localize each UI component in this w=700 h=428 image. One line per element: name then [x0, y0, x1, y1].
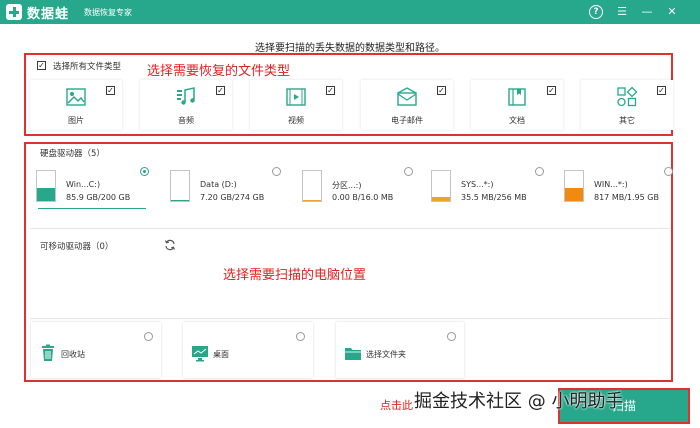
location-select-folder[interactable]: 选择文件夹: [336, 322, 464, 378]
location-radio[interactable]: [144, 332, 153, 341]
click-hint: 点击此: [380, 399, 413, 412]
drive-item[interactable]: Data (D:) 7.20 GB/274 GB: [166, 166, 284, 208]
mail-icon: [397, 87, 417, 106]
drive-icon: [431, 170, 451, 202]
video-icon: [286, 88, 306, 106]
type-card-email[interactable]: ✓ 电子邮件: [361, 80, 453, 130]
drive-item[interactable]: WIN...*:) 817 MB/1.95 GB: [560, 166, 678, 208]
location-label: 桌面: [213, 350, 229, 359]
drive-usage-fill: [303, 200, 321, 201]
location-desktop[interactable]: 桌面: [183, 322, 313, 378]
document-icon: [508, 88, 526, 106]
drive-size: 85.9 GB/200 GB: [66, 193, 131, 202]
drive-radio[interactable]: [140, 167, 149, 176]
location-radio[interactable]: [296, 332, 305, 341]
drive-size: 817 MB/1.95 GB: [594, 193, 659, 202]
hard-disk-section-title: 硬盘驱动器（5）: [40, 149, 105, 159]
drive-radio[interactable]: [272, 167, 281, 176]
title-bar: 数据蛙 数据恢复专家 ? ☰ — ✕: [0, 0, 700, 24]
drive-size: 0.00 B/16.0 MB: [332, 193, 394, 202]
close-icon[interactable]: ✕: [664, 4, 680, 20]
type-label-email: 电子邮件: [391, 116, 423, 125]
drive-item[interactable]: Win...C:) 85.9 GB/200 GB: [32, 166, 150, 209]
divider: [30, 228, 670, 229]
drive-name: SYS...*:): [461, 180, 494, 189]
select-all-checkbox[interactable]: ✓: [37, 61, 46, 70]
minimize-icon[interactable]: —: [639, 4, 655, 20]
menu-icon[interactable]: ☰: [614, 4, 630, 20]
type-card-other[interactable]: ✓ 其它: [581, 80, 673, 130]
type-card-audio[interactable]: ✓ 音频: [140, 80, 232, 130]
drive-name: Win...C:): [66, 180, 101, 189]
watermark: 掘金技术社区 @ 小明助手: [414, 391, 624, 412]
type-card-video[interactable]: ✓ 视频: [250, 80, 342, 130]
folder-icon: [345, 348, 361, 360]
app-logo-icon: [6, 4, 22, 20]
drive-selected-underline: [38, 208, 146, 209]
refresh-icon[interactable]: [164, 239, 176, 251]
email-checkbox[interactable]: ✓: [437, 86, 446, 95]
select-all-label: 选择所有文件类型: [53, 62, 122, 72]
type-card-document[interactable]: ✓ 文档: [471, 80, 563, 130]
drive-size: 7.20 GB/274 GB: [200, 193, 265, 202]
drive-radio[interactable]: [404, 167, 413, 176]
location-recycle-bin[interactable]: 回收站: [31, 322, 161, 378]
drive-usage-fill: [432, 196, 450, 201]
divider: [30, 318, 670, 319]
instruction-text: 选择要扫描的丢失数据的数据类型和路径。: [255, 43, 445, 54]
type-label-image: 图片: [68, 116, 84, 125]
location-label: 回收站: [61, 350, 85, 359]
drive-item[interactable]: 分区...:) 0.00 B/16.0 MB: [298, 166, 416, 208]
recycle-bin-icon: [42, 344, 54, 361]
drive-icon: [564, 170, 584, 202]
other-icon: [617, 86, 638, 107]
type-card-image[interactable]: ✓ 图片: [30, 80, 122, 130]
drive-name: WIN...*:): [594, 180, 628, 189]
drive-size: 35.5 MB/256 MB: [461, 193, 527, 202]
drive-name: 分区...:): [332, 181, 362, 190]
type-label-other: 其它: [619, 116, 635, 125]
drive-radio[interactable]: [664, 167, 673, 176]
drive-icon: [170, 170, 190, 202]
app-subtitle: 数据恢复专家: [84, 8, 132, 17]
drive-radio[interactable]: [535, 167, 544, 176]
drive-usage-fill: [171, 200, 189, 201]
drive-icon: [36, 170, 56, 202]
drive-icon: [302, 170, 322, 202]
desktop-icon: [192, 346, 208, 362]
drive-usage-fill: [37, 188, 55, 201]
drive-name: Data (D:): [200, 180, 237, 189]
location-annotation: 选择需要扫描的电脑位置: [223, 268, 367, 283]
other-checkbox[interactable]: ✓: [657, 86, 666, 95]
drive-item[interactable]: SYS...*:) 35.5 MB/256 MB: [427, 166, 545, 208]
audio-checkbox[interactable]: ✓: [216, 86, 225, 95]
help-icon[interactable]: ?: [589, 5, 603, 19]
document-checkbox[interactable]: ✓: [547, 86, 556, 95]
music-icon: [177, 87, 195, 105]
image-icon: [66, 88, 86, 106]
location-radio[interactable]: [447, 332, 456, 341]
type-label-document: 文档: [509, 116, 525, 125]
video-checkbox[interactable]: ✓: [326, 86, 335, 95]
image-checkbox[interactable]: ✓: [106, 86, 115, 95]
type-label-audio: 音频: [178, 116, 194, 125]
location-label: 选择文件夹: [366, 350, 406, 359]
drive-usage-fill: [565, 188, 583, 201]
removable-section-title: 可移动驱动器（0）: [40, 242, 114, 252]
type-label-video: 视频: [288, 116, 304, 125]
file-types-annotation: 选择需要恢复的文件类型: [147, 64, 291, 79]
app-name: 数据蛙: [27, 7, 70, 22]
